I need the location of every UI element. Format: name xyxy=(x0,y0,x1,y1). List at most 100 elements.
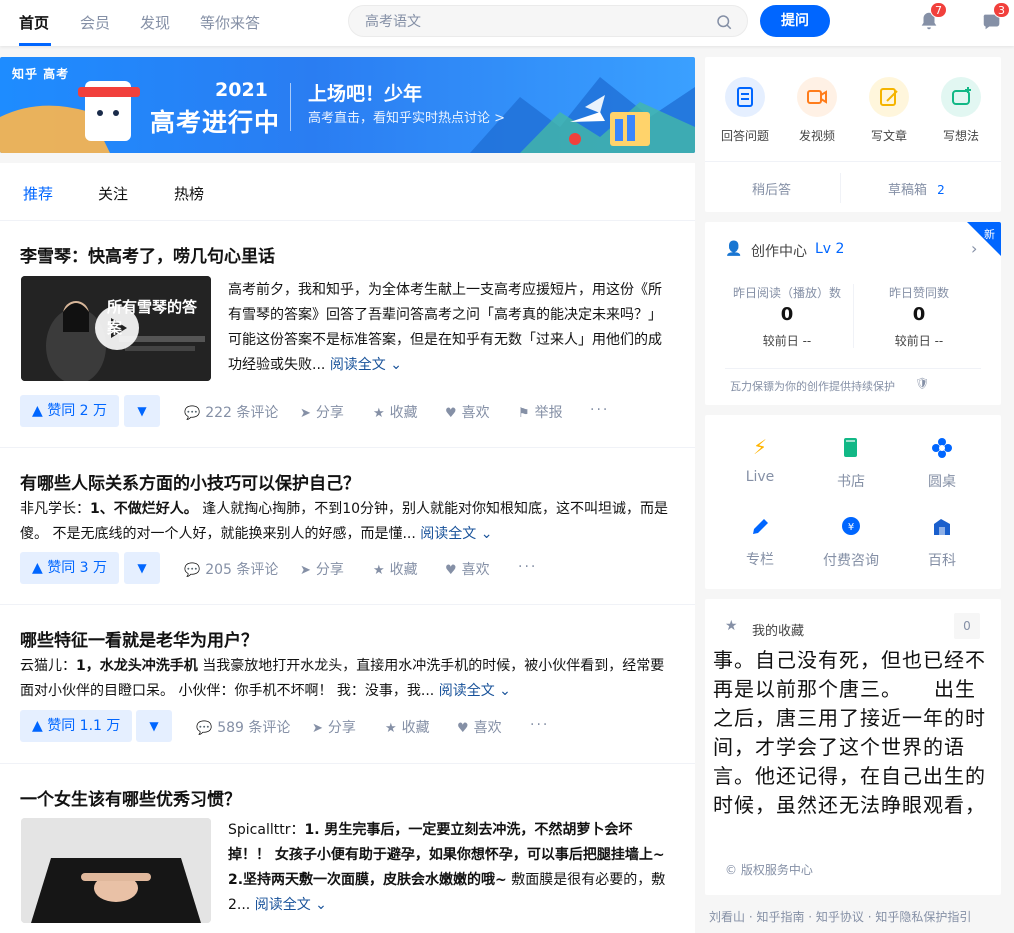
create-label: 发视频 xyxy=(798,129,835,143)
share-button[interactable]: ➤ 分享 xyxy=(300,559,344,579)
encyclopedia-icon xyxy=(934,519,950,535)
gaokao-banner[interactable]: 知乎 高考 2021 高考进行中 上场吧！少年 高考直击，看知乎实时热点讨论 > xyxy=(0,57,695,153)
protection-text[interactable]: 瓦力保镖为你的创作提供持续保护 xyxy=(730,378,895,394)
read-more-link[interactable]: 阅读全文 ⌄ xyxy=(330,357,402,373)
downvote-button[interactable]: ▼ xyxy=(136,710,172,742)
nav-discover[interactable]: 发现 xyxy=(140,12,170,33)
comments-button[interactable]: 💬 222 条评论 xyxy=(184,402,278,422)
create-label: 写想法 xyxy=(942,129,979,143)
upvote-button[interactable]: ▲ 赞同 1.1 万 xyxy=(20,710,133,742)
read-count-value: 0 xyxy=(780,304,794,325)
comments-button[interactable]: 💬 205 条评论 xyxy=(184,559,278,579)
collect-button[interactable]: ★ 收藏 xyxy=(385,717,430,737)
star-icon: ★ xyxy=(725,618,738,634)
answer-actions: ▲ 赞同 1.1 万 ▼ 💬 589 条评论 ➤ 分享 ★ 收藏 ♥ 喜欢 ··· xyxy=(20,710,680,742)
feed-tabs: 推荐 关注 热榜 xyxy=(0,163,695,221)
banner-slogan: 上场吧！少年 xyxy=(308,83,423,105)
like-button[interactable]: ♥ 喜欢 xyxy=(457,717,502,737)
banner-subtitle-link[interactable]: 高考直击，看知乎实时热点讨论 > xyxy=(308,107,505,126)
downvote-button[interactable]: ▼ xyxy=(124,552,160,584)
tool-paid-consult[interactable]: ¥ 付费咨询 xyxy=(806,515,896,570)
search-box[interactable] xyxy=(348,5,748,37)
answer-excerpt[interactable]: 非凡学长：1、不做烂好人。 逢人就掏心掏肺，不到10分钟，别人就能对你知根知底，… xyxy=(20,497,668,547)
nav-active-underline xyxy=(19,43,51,46)
messages-button[interactable]: 3 xyxy=(981,2,1010,34)
nav-home[interactable]: 首页 xyxy=(19,12,49,33)
banner-year: 2021 xyxy=(215,79,268,101)
read-count-label: 昨日阅读（播放）数 xyxy=(732,286,841,300)
notifications-button[interactable]: 7 xyxy=(918,2,947,34)
answer-excerpt[interactable]: Spicallttr：1. 男生完事后，一定要立刻去冲洗，不然胡萝卜会坏掉！！ … xyxy=(228,818,673,918)
question-title[interactable]: 李雪琴：快高考了，唠几句心里话 xyxy=(20,242,275,267)
copyright-service-link[interactable]: © 版权服务中心 xyxy=(725,861,813,878)
more-button[interactable]: ··· xyxy=(530,717,549,733)
share-label: 分享 xyxy=(327,720,356,736)
like-button[interactable]: ♥ 喜欢 xyxy=(445,559,490,579)
share-label: 分享 xyxy=(315,405,344,421)
comment-icon: 💬 xyxy=(184,406,201,421)
tab-hot[interactable]: 热榜 xyxy=(174,183,204,204)
creation-center-title[interactable]: 创作中心 xyxy=(751,241,807,261)
answer-later-link[interactable]: 稍后答 xyxy=(752,179,791,198)
drafts-link[interactable]: 草稿箱 2 xyxy=(888,179,945,198)
create-label: 写文章 xyxy=(870,129,907,143)
read-more-link[interactable]: 阅读全文 ⌄ xyxy=(255,897,327,913)
upvote-button[interactable]: ▲ 赞同 2 万 xyxy=(20,395,120,427)
read-more-link[interactable]: 阅读全文 ⌄ xyxy=(439,683,511,699)
video-icon xyxy=(797,77,837,117)
like-button[interactable]: ♥ 喜欢 xyxy=(445,402,490,422)
share-button[interactable]: ➤ 分享 xyxy=(312,717,356,737)
drafts-label: 草稿箱 xyxy=(888,183,928,198)
tool-bookstore[interactable]: 书店 xyxy=(806,435,896,491)
star-icon: ★ xyxy=(373,406,385,421)
upvote-button[interactable]: ▲ 赞同 3 万 xyxy=(20,552,120,584)
notification-count-badge: 7 xyxy=(930,2,947,18)
share-icon: ➤ xyxy=(312,721,323,736)
question-title[interactable]: 有哪些人际关系方面的小技巧可以保护自己？ xyxy=(20,469,360,494)
collect-button[interactable]: ★ 收藏 xyxy=(373,402,418,422)
ask-question-button[interactable]: 提问 xyxy=(760,5,830,37)
report-label: 举报 xyxy=(534,405,563,421)
more-button[interactable]: ··· xyxy=(590,402,609,418)
tools-card: ⚡ Live 书店 圆桌 专栏 ¥ 付费咨询 百科 xyxy=(705,415,1001,589)
comments-label: 222 条评论 xyxy=(205,405,279,421)
comments-button[interactable]: 💬 589 条评论 xyxy=(196,717,290,737)
my-favorites-link[interactable]: 我的收藏 xyxy=(752,620,804,639)
report-button[interactable]: ⚑ 举报 xyxy=(518,402,563,422)
search-icon[interactable] xyxy=(715,13,733,31)
chevron-right-icon[interactable]: › xyxy=(971,239,977,258)
tab-following[interactable]: 关注 xyxy=(98,183,128,204)
search-input[interactable] xyxy=(365,12,705,32)
feed-card: 推荐 关注 热榜 李雪琴：快高考了，唠几句心里话 所有雪琴的答案 高考前夕，我和… xyxy=(0,163,695,933)
read-more-link[interactable]: 阅读全文 ⌄ xyxy=(420,526,492,542)
tool-label: 书店 xyxy=(837,474,865,490)
tool-roundtable[interactable]: 圆桌 xyxy=(897,435,987,491)
tool-column[interactable]: 专栏 xyxy=(715,515,805,569)
downvote-button[interactable]: ▼ xyxy=(124,395,160,427)
video-thumbnail[interactable]: 所有雪琴的答案 xyxy=(21,276,211,381)
tab-recommend[interactable]: 推荐 xyxy=(23,183,53,204)
share-button[interactable]: ➤ 分享 xyxy=(300,402,344,422)
collect-label: 收藏 xyxy=(389,562,418,578)
answer-image[interactable] xyxy=(21,818,211,923)
banner-divider xyxy=(290,83,291,131)
answer-excerpt[interactable]: 云猫儿：1，水龙头冲洗手机 当我豪放地打开水龙头，直接用水冲洗手机的时候，被小伙… xyxy=(20,654,670,704)
nav-waiting-answers[interactable]: 等你来答 xyxy=(200,12,260,33)
collect-button[interactable]: ★ 收藏 xyxy=(373,559,418,579)
tool-live[interactable]: ⚡ Live xyxy=(715,435,805,485)
answer-excerpt[interactable]: 高考前夕，我和知乎，为全体考生献上一支高考应援短片，用这份《所有雪琴的答案》回答… xyxy=(228,278,668,378)
tool-label: Live xyxy=(745,469,775,485)
question-title[interactable]: 哪些特征一看就是老华为用户？ xyxy=(20,626,258,651)
tool-encyclopedia[interactable]: 百科 xyxy=(897,515,987,570)
footer-links[interactable]: 刘看山 · 知乎指南 · 知乎协议 · 知乎隐私保护指引 xyxy=(709,908,971,925)
star-icon: ★ xyxy=(373,563,385,578)
upvote-label: 赞同 1.1 万 xyxy=(47,718,121,734)
answer-image-art xyxy=(21,818,211,923)
more-button[interactable]: ··· xyxy=(518,559,537,575)
creation-center-card: 新 👤 创作中心 Lv 2 › 昨日阅读（播放）数 0 较前日 -- 昨日赞同数… xyxy=(705,222,1001,405)
shield-icon: 🛡 xyxy=(915,377,929,390)
read-count-compare: 较前日 -- xyxy=(762,334,812,348)
nav-membership[interactable]: 会员 xyxy=(80,12,110,33)
like-label: 喜欢 xyxy=(461,405,490,421)
question-title[interactable]: 一个女生该有哪些优秀习惯？ xyxy=(20,785,241,810)
